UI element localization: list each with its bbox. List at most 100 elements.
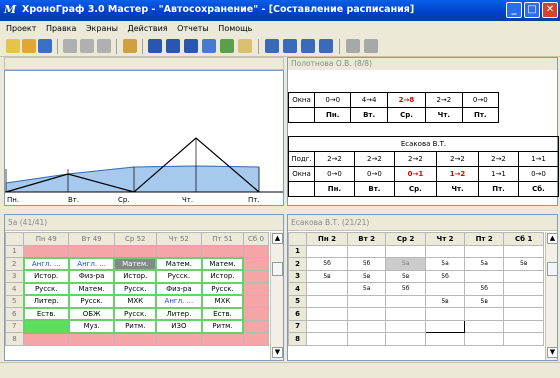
day-column-header[interactable]: Ср 52 [113, 232, 157, 246]
schedule-cell[interactable]: Истор. [22, 269, 70, 284]
scroll-down-icon[interactable]: ▼ [272, 347, 283, 358]
day-column-header[interactable]: Пт 51 [201, 232, 244, 246]
schedule-cell[interactable] [463, 319, 505, 333]
class-scrollbar[interactable]: ▲ ▼ [270, 232, 283, 360]
schedule-cell[interactable]: Русск. [67, 294, 116, 309]
schedule-cell[interactable] [242, 307, 270, 321]
schedule-cell[interactable] [503, 307, 544, 321]
view1-icon[interactable] [283, 39, 297, 53]
schedule-cell[interactable]: Еств. [200, 306, 245, 321]
schedule-cell[interactable]: Литер. [22, 294, 70, 309]
splitter[interactable] [0, 208, 560, 212]
schedule-cell[interactable] [503, 332, 544, 346]
schedule-cell[interactable] [347, 244, 387, 258]
schedule-cell[interactable]: 5в [347, 269, 387, 283]
schedule-cell[interactable]: 5а [347, 282, 387, 296]
day-column-header[interactable]: Сб 1 [503, 232, 544, 246]
schedule-cell[interactable]: Истор. [200, 269, 245, 284]
schedule-cell[interactable]: Ритм. [200, 319, 245, 334]
schedule-cell[interactable]: Физ-ра [67, 269, 116, 284]
schedule-cell[interactable]: Матем. [200, 256, 245, 271]
day-column-header[interactable]: Пн 2 [305, 232, 349, 246]
day-column-header[interactable]: Пт 2 [463, 232, 505, 246]
schedule-cell[interactable] [425, 244, 465, 258]
menu-reports[interactable]: Отчеты [177, 24, 209, 33]
schedule-cell[interactable] [425, 332, 465, 346]
schedule-cell[interactable] [385, 307, 427, 321]
schedule-cell[interactable]: 5в [305, 269, 349, 283]
schedule-cell[interactable] [242, 269, 270, 283]
schedule-cell[interactable]: Англ. ... [155, 294, 203, 309]
schedule-cell[interactable] [242, 282, 270, 296]
download-icon[interactable] [202, 39, 216, 53]
schedule-cell[interactable] [305, 294, 349, 308]
teacher-scrollbar[interactable]: ▲ ▼ [545, 232, 557, 360]
schedule-cell[interactable] [22, 319, 70, 334]
new-icon[interactable] [6, 39, 20, 53]
paste-icon[interactable] [97, 39, 111, 53]
scroll-thumb[interactable] [547, 262, 557, 276]
schedule-cell[interactable] [155, 244, 203, 258]
schedule-cell[interactable]: Англ. ... [67, 256, 116, 271]
schedule-cell[interactable]: Русск. [113, 306, 158, 321]
menu-project[interactable]: Проект [6, 24, 36, 33]
schedule-cell[interactable]: 5а [425, 257, 465, 271]
schedule-cell[interactable]: 5а [463, 257, 505, 271]
chart-icon[interactable] [220, 39, 234, 53]
schedule-cell[interactable]: Матем. [113, 256, 158, 271]
schedule-cell[interactable]: Англ. ... [22, 256, 70, 271]
schedule-cell[interactable]: Матем. [67, 281, 116, 296]
menu-help[interactable]: Помощь [218, 24, 252, 33]
day-column-header[interactable]: Вт 49 [68, 232, 115, 246]
schedule-cell[interactable] [503, 294, 544, 308]
schedule-cell[interactable] [242, 332, 270, 346]
schedule-cell[interactable]: 5в [385, 269, 427, 283]
schedule-cell[interactable] [201, 244, 244, 258]
schedule-cell[interactable]: 5б [347, 257, 387, 271]
copy-icon[interactable] [80, 39, 94, 53]
disabled2-icon[interactable] [364, 39, 378, 53]
open-icon[interactable] [22, 39, 36, 53]
schedule-cell[interactable] [347, 294, 387, 308]
classes-icon[interactable] [184, 39, 198, 53]
close-button[interactable]: ✕ [542, 2, 558, 18]
schedule-cell[interactable] [347, 307, 387, 321]
schedule-cell[interactable] [68, 244, 115, 258]
menu-edit[interactable]: Правка [46, 24, 76, 33]
search-icon[interactable] [265, 39, 279, 53]
schedule-cell[interactable]: Ритм. [113, 319, 158, 334]
minimize-button[interactable]: _ [506, 2, 522, 18]
schedule-cell[interactable]: Русск. [113, 281, 158, 296]
schedule-cell[interactable]: 5в [503, 257, 544, 271]
schedule-cell[interactable] [503, 282, 544, 296]
schedule-cell[interactable] [347, 332, 387, 346]
schedule-cell[interactable] [242, 244, 270, 258]
day-column-header[interactable]: Сб 0 [242, 232, 270, 246]
disabled1-icon[interactable] [346, 39, 360, 53]
schedule-cell[interactable]: Русск. [200, 281, 245, 296]
cut-icon[interactable] [63, 39, 77, 53]
day-column-header[interactable]: Пн 49 [22, 232, 70, 246]
schedule-cell[interactable]: 5б [305, 257, 349, 271]
schedule-cell[interactable] [503, 244, 544, 258]
schedule-cell[interactable] [305, 244, 349, 258]
schedule-cell[interactable] [503, 269, 544, 283]
schedule-cell[interactable] [68, 332, 115, 346]
day-column-header[interactable]: Ср 2 [385, 232, 427, 246]
scroll-up-icon[interactable]: ▲ [547, 233, 557, 244]
view2-icon[interactable] [301, 39, 315, 53]
schedule-cell[interactable] [242, 319, 270, 333]
day-column-header[interactable]: Чт 52 [155, 232, 203, 246]
schedule-cell[interactable]: Литер. [155, 306, 203, 321]
menu-actions[interactable]: Действия [127, 24, 167, 33]
grid-icon[interactable] [148, 39, 162, 53]
schedule-cell[interactable] [22, 332, 70, 346]
schedule-cell[interactable] [305, 332, 349, 346]
schedule-cell[interactable] [463, 332, 505, 346]
schedule-cell[interactable] [305, 319, 349, 333]
schedule-cell[interactable]: Еств. [22, 306, 70, 321]
save-icon[interactable] [38, 39, 52, 53]
teachers-icon[interactable] [166, 39, 180, 53]
scroll-up-icon[interactable]: ▲ [272, 233, 283, 244]
home-icon[interactable] [123, 39, 137, 53]
